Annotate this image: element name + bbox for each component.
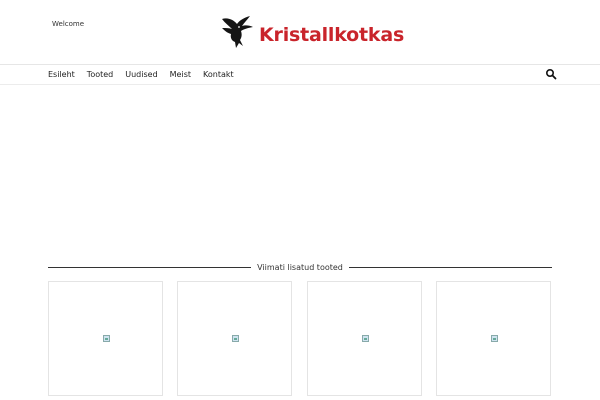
site-logo[interactable]: Kristallkotkas <box>220 14 404 50</box>
broken-image-icon <box>102 334 110 342</box>
broken-image-icon <box>231 334 239 342</box>
nav-menu: Esileht Tooted Uudised Meist Kontakt <box>48 65 246 84</box>
nav-item-esileht[interactable]: Esileht <box>48 65 75 84</box>
nav-item-meist[interactable]: Meist <box>170 65 191 84</box>
broken-image-icon <box>361 334 369 342</box>
nav-item-kontakt[interactable]: Kontakt <box>203 65 234 84</box>
section-title: Viimati lisatud tooted <box>257 262 343 272</box>
banner-area <box>0 85 600 255</box>
product-card[interactable] <box>48 281 163 396</box>
product-card[interactable] <box>436 281 551 396</box>
nav-item-uudised[interactable]: Uudised <box>125 65 157 84</box>
top-header: Welcome Kristallkotkas <box>0 0 600 65</box>
nav-item-tooted[interactable]: Tooted <box>87 65 113 84</box>
product-card[interactable] <box>307 281 422 396</box>
product-grid <box>48 281 552 398</box>
welcome-text: Welcome <box>52 20 85 28</box>
divider-left <box>48 266 252 268</box>
product-card[interactable] <box>177 281 292 396</box>
broken-image-icon <box>490 334 498 342</box>
divider-right <box>348 266 552 268</box>
section-heading: Viimati lisatud tooted <box>48 260 552 274</box>
eagle-icon <box>222 16 253 48</box>
search-icon[interactable] <box>545 68 557 80</box>
brand-name: Kristallkotkas <box>259 24 405 46</box>
main-navigation: Esileht Tooted Uudised Meist Kontakt <box>0 65 600 85</box>
